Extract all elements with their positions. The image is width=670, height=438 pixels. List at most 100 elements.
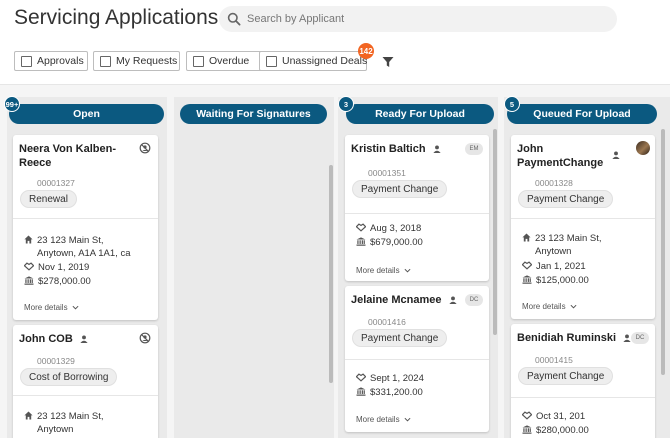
applicant-name-line-1: John <box>517 143 544 155</box>
home-icon <box>24 235 33 244</box>
handshake-icon <box>522 261 532 270</box>
page: Servicing Applications Search by Applica… <box>0 0 670 438</box>
overdue-checkbox[interactable] <box>193 55 204 67</box>
unassigned-deals-checkbox[interactable] <box>266 55 277 67</box>
filter-label: My Requests <box>116 55 178 67</box>
loan-amount: $125,000.00 <box>522 274 589 287</box>
column-queued-for-upload: Queued For Upload 5 John PaymentChange 0… <box>504 96 670 438</box>
application-card[interactable]: Kristin Baltich EM 00001351 Payment Chan… <box>345 135 489 281</box>
closing-date: Sept 1, 2024 <box>356 372 424 385</box>
more-details-link[interactable]: More details <box>522 302 577 311</box>
address-line-2: Anytown <box>37 424 74 435</box>
application-card[interactable]: John PaymentChange 00001328 Payment Chan… <box>511 135 655 319</box>
application-id: 00001328 <box>535 178 573 188</box>
more-details-link[interactable]: More details <box>24 303 79 312</box>
application-id: 00001415 <box>535 355 573 365</box>
application-card[interactable]: Benidiah Ruminski DC 00001415 Payment Ch… <box>511 324 655 438</box>
loan-amount: $331,200.00 <box>356 386 423 399</box>
address-line-2: Anytown <box>535 246 572 257</box>
column-waiting-for-signatures: Waiting For Signatures <box>174 97 334 438</box>
divider <box>511 397 655 398</box>
application-card[interactable]: Neera Von Kalben-Reece 00001327 Renewal … <box>13 135 158 320</box>
assignee-avatar: DC <box>631 332 649 344</box>
date-value: Oct 31, 201 <box>536 411 586 422</box>
person-icon <box>623 334 631 343</box>
address-line-1: 23 123 Main St, <box>37 411 104 422</box>
chevron-down-icon <box>404 417 411 422</box>
chevron-down-icon <box>570 304 577 309</box>
date-value: Nov 1, 2019 <box>38 262 90 273</box>
filter-label: Unassigned Deals <box>282 55 368 67</box>
more-details-link[interactable]: More details <box>356 266 411 275</box>
loan-amount: $280,000.00 <box>522 424 589 437</box>
handshake-icon <box>356 223 366 232</box>
bank-icon <box>522 425 532 434</box>
column-count-badge: 3 <box>338 96 354 112</box>
address-line-1: 23 123 Main St, <box>535 233 602 244</box>
bank-icon <box>522 275 532 284</box>
chevron-down-icon <box>72 305 79 310</box>
application-type-tag: Renewal <box>20 190 77 208</box>
closing-date: Aug 3, 2018 <box>356 222 421 235</box>
amount-value: $125,000.00 <box>536 275 589 286</box>
loan-amount: $679,000.00 <box>356 236 423 249</box>
more-details-label: More details <box>356 266 400 275</box>
filter-overdue[interactable]: Overdue <box>186 51 267 71</box>
application-type-tag: Cost of Borrowing <box>20 368 118 386</box>
application-card[interactable]: John COB 00001329 Cost of Borrowing 23 1… <box>13 325 158 438</box>
amount-value: $679,000.00 <box>370 237 423 248</box>
column-open: Open 99+ Neera Von Kalben-Reece 00001327… <box>4 96 167 438</box>
person-icon <box>433 145 441 154</box>
my-requests-checkbox[interactable] <box>100 55 111 67</box>
divider <box>345 359 489 360</box>
approvals-checkbox[interactable] <box>21 55 32 67</box>
bank-icon <box>24 276 34 285</box>
closing-date: Nov 1, 2019 <box>24 261 89 274</box>
person-icon <box>448 296 457 305</box>
applicant-name-row: John COB <box>19 332 134 346</box>
applicant-name-row: Jelaine Mcnamee <box>351 293 466 307</box>
divider <box>13 218 158 219</box>
handshake-icon <box>522 411 532 420</box>
person-icon <box>80 335 88 344</box>
closing-date: Oct 31, 201 <box>522 410 585 423</box>
applicant-name: Benidiah Ruminski <box>517 332 617 344</box>
filter-unassigned-deals[interactable]: Unassigned Deals <box>259 51 367 71</box>
closing-date: Jan 1, 2021 <box>522 260 586 273</box>
column-scrollbar[interactable] <box>493 129 497 335</box>
applicant-name-line-2: PaymentChange <box>517 157 604 169</box>
date-value: Aug 3, 2018 <box>370 223 422 234</box>
filter-label: Overdue <box>209 55 250 67</box>
application-id: 00001351 <box>368 168 406 178</box>
divider <box>13 395 158 396</box>
more-details-label: More details <box>24 303 68 312</box>
column-ready-for-upload: Ready For Upload 3 Kristin Baltich EM 00… <box>338 96 498 438</box>
applicant-name-row: Benidiah Ruminski <box>517 331 635 345</box>
filter-my-requests[interactable]: My Requests <box>93 51 180 71</box>
application-card[interactable]: Jelaine Mcnamee DC 00001416 Payment Chan… <box>345 286 489 432</box>
property-address: 23 123 Main St, Anytown <box>24 410 154 436</box>
amount-value: $280,000.00 <box>536 425 589 436</box>
filter-icon[interactable] <box>382 55 394 73</box>
bank-icon <box>356 387 366 396</box>
column-scrollbar[interactable] <box>329 165 333 383</box>
address-line-2: Anytown, A1A 1A1, ca <box>37 248 131 259</box>
date-value: Sept 1, 2024 <box>370 373 424 384</box>
bank-icon <box>356 237 366 246</box>
filter-approvals[interactable]: Approvals <box>14 51 88 71</box>
search-input[interactable]: Search by Applicant <box>247 13 344 25</box>
application-id: 00001329 <box>37 356 75 366</box>
more-details-link[interactable]: More details <box>356 415 411 424</box>
search-bar[interactable]: Search by Applicant <box>219 6 617 32</box>
column-scrollbar[interactable] <box>661 129 665 375</box>
filter-label: Approvals <box>37 55 84 67</box>
column-count-badge: 99+ <box>4 96 20 112</box>
home-icon <box>24 411 33 420</box>
column-header-waiting-for-signatures: Waiting For Signatures <box>180 104 327 124</box>
unassigned-count-badge: 142 <box>358 43 374 59</box>
divider <box>511 218 655 219</box>
loan-amount: $278,000.00 <box>24 275 91 288</box>
property-address: 23 123 Main St, Anytown <box>522 232 650 258</box>
home-icon <box>522 233 531 242</box>
address-line-1: 23 123 Main St, <box>37 235 104 246</box>
